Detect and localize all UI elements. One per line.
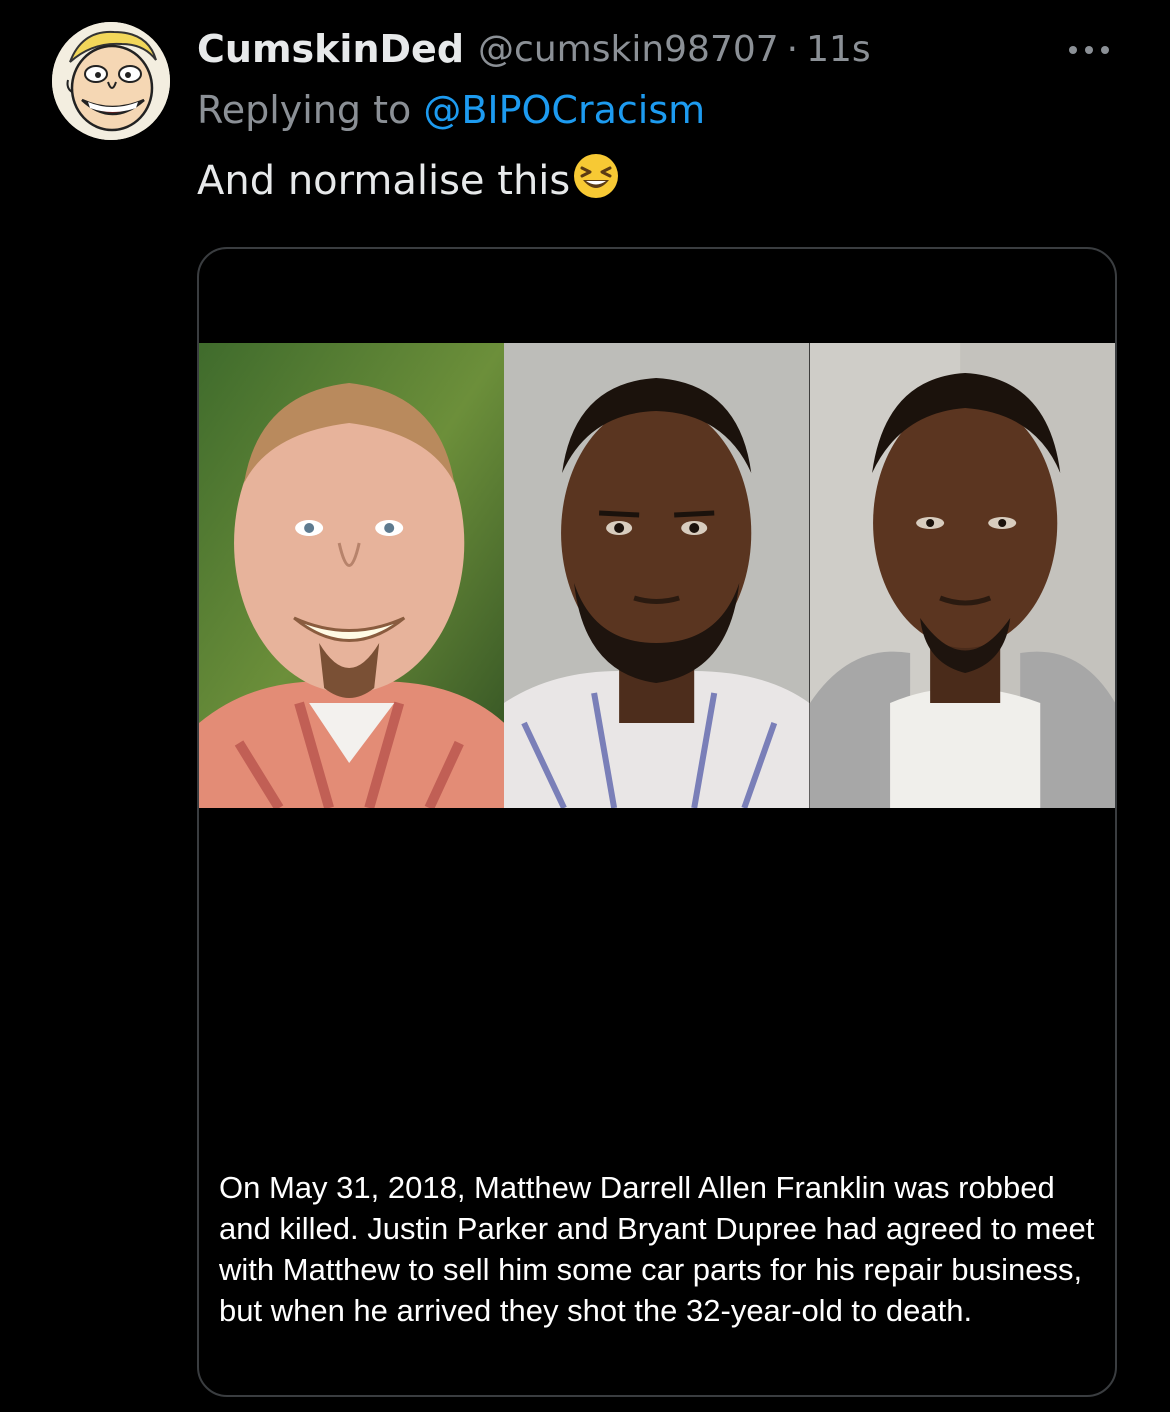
image-caption: On May 31, 2018, Matthew Darrell Allen F… xyxy=(219,1170,1095,1328)
replying-to-mention[interactable]: @BIPOCracism xyxy=(423,88,705,132)
cartoon-face-avatar-icon xyxy=(52,22,170,140)
media-card[interactable]: On May 31, 2018, Matthew Darrell Allen F… xyxy=(197,247,1117,1397)
mugshot-photo-icon xyxy=(809,343,1115,808)
avatar[interactable] xyxy=(52,22,170,140)
grinning-squinting-face-icon xyxy=(572,152,620,210)
photo-matthew-franklin[interactable] xyxy=(199,343,505,808)
mugshot-photo-icon xyxy=(504,343,810,808)
display-name[interactable]: CumskinDed xyxy=(197,27,464,71)
replying-prefix: Replying to xyxy=(197,88,412,132)
replying-to-line: Replying to @BIPOCracism xyxy=(197,88,705,132)
timestamp[interactable]: 11s xyxy=(806,29,871,70)
tweet-body: And normalise this xyxy=(197,158,571,204)
photo-justin-parker[interactable] xyxy=(504,343,810,808)
tweet-header: CumskinDed @cumskin98707 · 11s xyxy=(197,24,871,74)
user-handle[interactable]: @cumskin98707 xyxy=(478,29,779,70)
portrait-photo-icon xyxy=(199,343,505,808)
more-options-icon[interactable] xyxy=(1064,30,1114,70)
photo-strip xyxy=(199,343,1115,808)
photo-bryant-dupree[interactable] xyxy=(809,343,1115,808)
tweet-text: And normalise this xyxy=(197,152,620,210)
separator-dot: · xyxy=(786,28,799,70)
